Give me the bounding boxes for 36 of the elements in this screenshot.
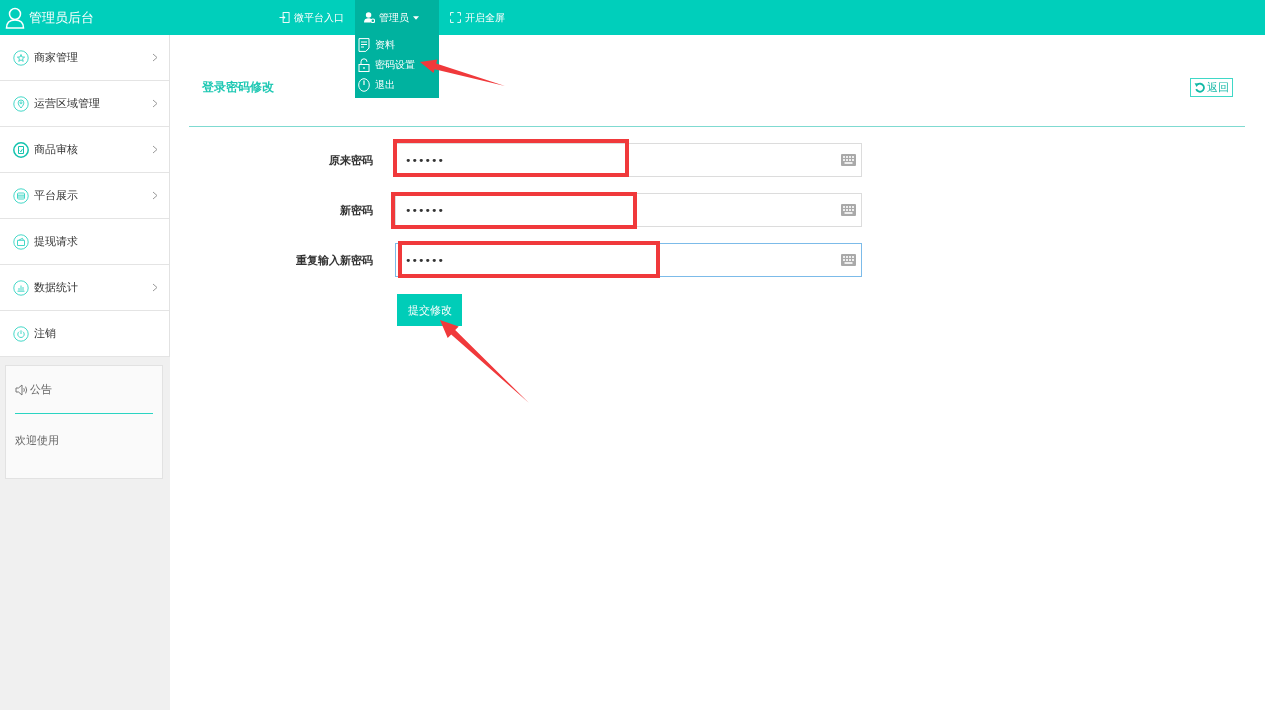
panel-icon [13,187,29,204]
sidebar-item[interactable]: 注销 [0,311,169,357]
user-icon [5,6,25,29]
sidebar-item[interactable]: 数据统计 [0,265,169,311]
power-icon [358,78,370,92]
power-icon [13,325,29,342]
document-icon [358,38,370,52]
page-title: 登录密码修改 [202,79,274,96]
sidebar-item[interactable]: 商品审核 [0,127,169,173]
field-label: 原来密码 [328,152,373,168]
location-pin-icon [13,95,29,112]
keyboard-icon [841,154,856,166]
password-field[interactable]: •••••• [395,243,862,277]
app-title: 管理员后台 [29,8,94,27]
speaker-icon [15,383,28,396]
bar-chart-icon [13,279,29,296]
password-field[interactable]: •••••• [395,143,862,177]
sidebar-item[interactable]: 提现请求 [0,219,169,265]
door-icon [279,12,290,23]
field-label: 新密码 [339,202,373,218]
sidebar-item[interactable]: 运营区域管理 [0,81,169,127]
padlock-icon [358,58,370,72]
user-gear-icon [364,12,375,23]
fullscreen-icon [450,12,461,23]
wallet-icon [13,233,29,250]
document-icon [13,141,29,158]
caret-icon [413,15,419,20]
sidebar-item[interactable]: 平台展示 [0,173,169,219]
field-label: 重复输入新密码 [295,252,373,268]
notice-text: 欢迎使用 [15,433,60,448]
circular-arrow-icon [1194,82,1205,93]
notice-title: 公告 [30,382,52,397]
keyboard-icon [841,204,856,216]
sidebar-item[interactable]: 商家管理 [0,35,169,81]
keyboard-icon [841,254,856,266]
password-field[interactable]: •••••• [395,193,862,227]
